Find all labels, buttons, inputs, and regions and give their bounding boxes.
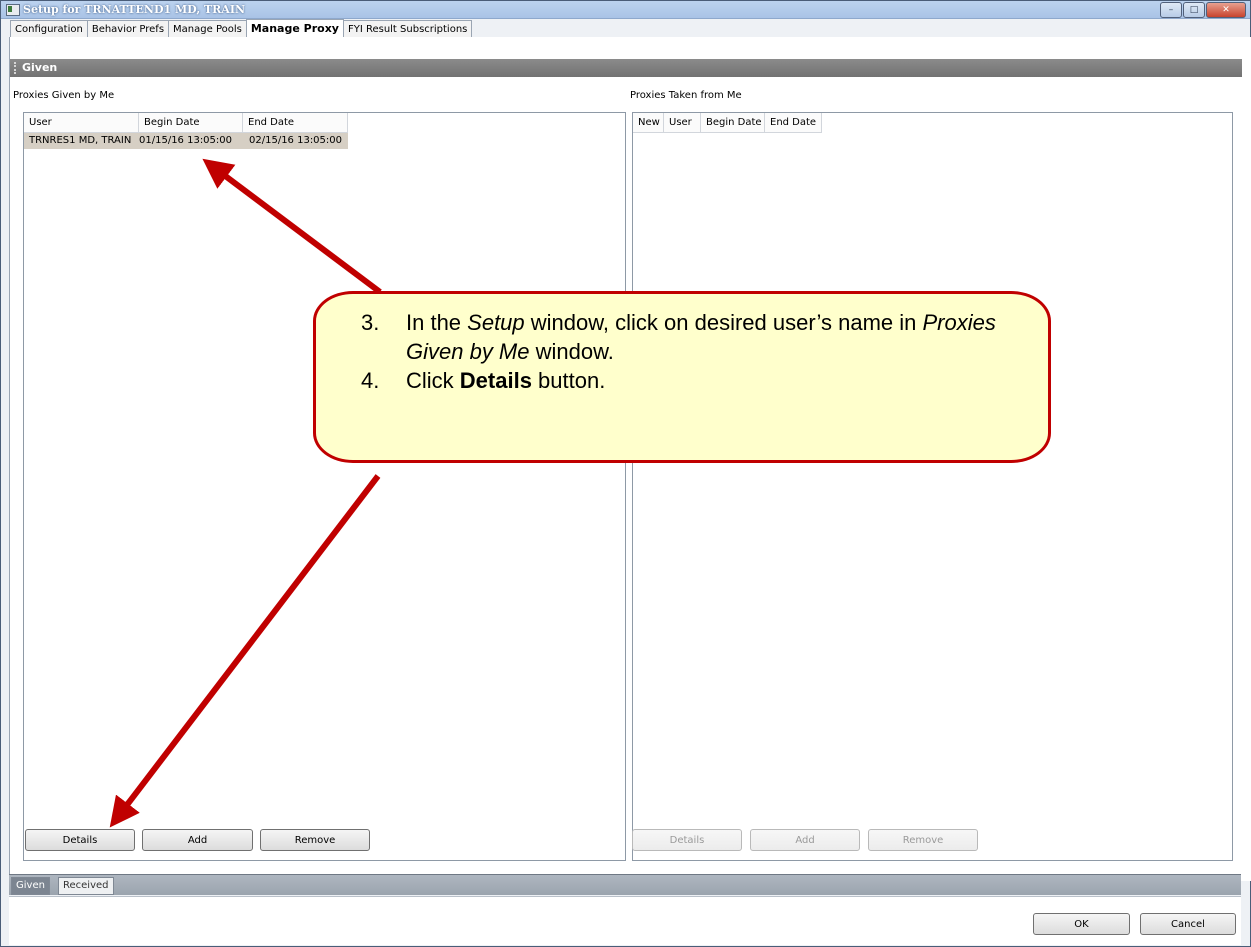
step-3-middle: window, click on desired user’s name in xyxy=(524,310,923,335)
step-3: 3. In the Setup window, click on desired… xyxy=(361,308,1021,366)
taken-grid-header: New User Begin Date End Date xyxy=(633,113,822,133)
section-header: Given xyxy=(10,59,1242,77)
column-header-end-date[interactable]: End Date xyxy=(765,113,822,132)
tab-manage-pools[interactable]: Manage Pools xyxy=(168,20,247,38)
dialog-footer: OK Cancel xyxy=(9,896,1241,945)
tab-fyi-result-subscriptions[interactable]: FYI Result Subscriptions xyxy=(342,20,473,38)
tab-strip: Configuration Behavior Prefs Manage Pool… xyxy=(10,19,473,39)
ok-button[interactable]: OK xyxy=(1033,913,1130,935)
step-3-setup-term: Setup xyxy=(467,310,525,335)
close-icon[interactable]: ✕ xyxy=(1206,2,1246,18)
tab-configuration[interactable]: Configuration xyxy=(10,20,88,38)
tab-manage-proxy[interactable]: Manage Proxy xyxy=(245,19,344,39)
given-remove-button[interactable]: Remove xyxy=(260,829,370,851)
table-row[interactable]: TRNRES1 MD, TRAIN 01/15/16 13:05:00 02/1… xyxy=(24,133,348,149)
step-3-suffix: window. xyxy=(529,339,614,364)
window-title: Setup for TRNATTEND1 MD, TRAIN xyxy=(23,3,246,16)
given-grid-header: User Begin Date End Date xyxy=(24,113,348,133)
bottom-tab-received[interactable]: Received xyxy=(58,877,114,895)
given-details-button[interactable]: Details xyxy=(25,829,135,851)
step-4-prefix: Click xyxy=(406,368,460,393)
cancel-button[interactable]: Cancel xyxy=(1140,913,1236,935)
bottom-tab-bar: Given Received xyxy=(9,874,1241,895)
taken-details-button[interactable]: Details xyxy=(632,829,742,851)
section-title: Given xyxy=(22,61,58,74)
row-user: TRNRES1 MD, TRAIN xyxy=(29,135,132,146)
row-begin-date: 01/15/16 13:05:00 xyxy=(139,135,233,146)
tab-behavior-prefs[interactable]: Behavior Prefs xyxy=(86,20,170,38)
column-header-user[interactable]: User xyxy=(664,113,701,132)
step-4-suffix: button. xyxy=(531,368,606,393)
grip-icon xyxy=(14,62,18,74)
minimize-icon[interactable]: – xyxy=(1160,2,1182,18)
step-4-number: 4. xyxy=(361,368,380,393)
column-header-begin-date[interactable]: Begin Date xyxy=(701,113,765,132)
column-header-end-date[interactable]: End Date xyxy=(243,113,348,132)
instruction-callout: 3. In the Setup window, click on desired… xyxy=(313,291,1051,463)
instruction-steps: 3. In the Setup window, click on desired… xyxy=(361,308,1021,395)
given-proxies-grid[interactable]: User Begin Date End Date TRNRES1 MD, TRA… xyxy=(23,112,626,861)
step-4-text: Click Details button. xyxy=(406,366,605,395)
given-pane-label: Proxies Given by Me xyxy=(13,90,115,101)
column-header-begin-date[interactable]: Begin Date xyxy=(139,113,243,132)
bottom-tab-given[interactable]: Given xyxy=(11,877,50,895)
column-header-new[interactable]: New xyxy=(633,113,664,132)
taken-proxies-grid[interactable]: New User Begin Date End Date xyxy=(632,112,1233,861)
step-4-details-term: Details xyxy=(459,368,532,393)
step-3-number: 3. xyxy=(361,310,380,335)
row-end-date: 02/15/16 13:05:00 xyxy=(249,135,343,146)
taken-remove-button[interactable]: Remove xyxy=(868,829,978,851)
step-4: 4. Click Details button. xyxy=(361,366,1021,395)
taken-pane-label: Proxies Taken from Me xyxy=(630,90,742,101)
column-header-user[interactable]: User xyxy=(24,113,139,132)
app-icon xyxy=(6,4,20,16)
step-3-text: In the Setup window, click on desired us… xyxy=(406,308,1021,366)
taken-add-button[interactable]: Add xyxy=(750,829,860,851)
title-bar: Setup for TRNATTEND1 MD, TRAIN – □ ✕ xyxy=(1,1,1250,19)
given-add-button[interactable]: Add xyxy=(142,829,253,851)
window-controls: – □ ✕ xyxy=(1160,2,1246,18)
maximize-icon[interactable]: □ xyxy=(1183,2,1205,18)
step-3-prefix: In the xyxy=(406,310,468,335)
